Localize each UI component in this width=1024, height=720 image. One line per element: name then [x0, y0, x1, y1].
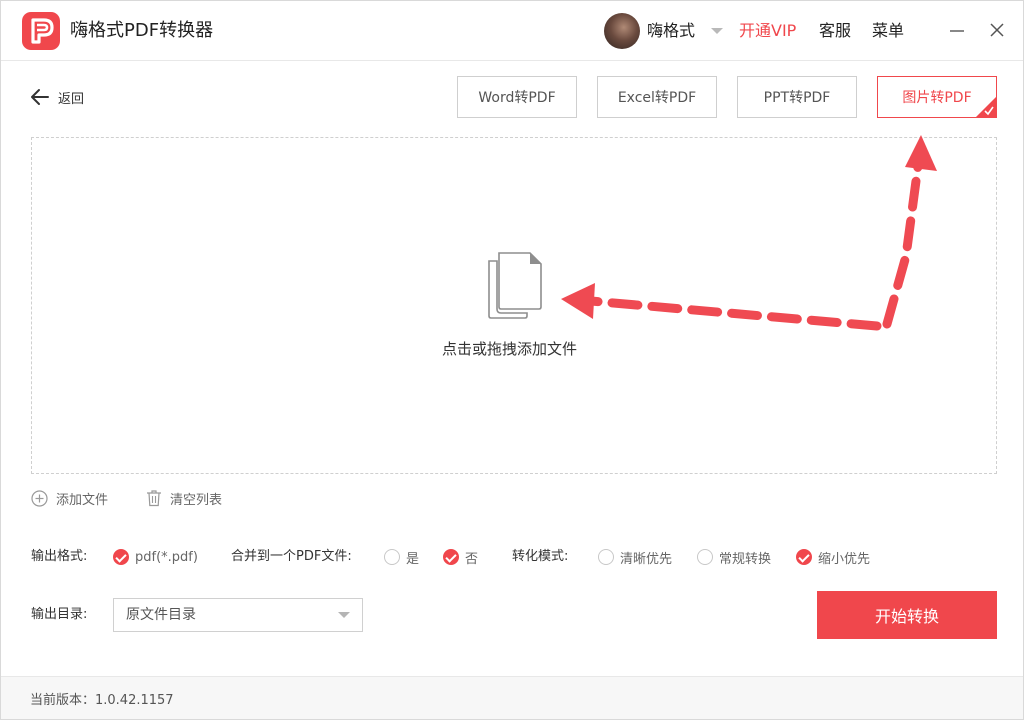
output-format-pdf-option[interactable]: pdf(*.pdf) — [113, 548, 198, 566]
output-format-label: 输出格式: — [31, 549, 88, 564]
back-button[interactable]: 返回 — [30, 86, 84, 108]
close-icon[interactable] — [986, 19, 1008, 41]
output-format-pdf-radio[interactable] — [113, 549, 129, 565]
start-convert-button[interactable]: 开始转换 — [817, 591, 997, 639]
customer-service-link[interactable]: 客服 — [819, 21, 851, 41]
user-avatar[interactable] — [604, 13, 640, 49]
merge-yes-option[interactable]: 是 — [384, 548, 420, 567]
app-title: 嗨格式PDF转换器 — [70, 20, 214, 41]
output-dir-value: 原文件目录 — [126, 607, 196, 623]
clear-list-button[interactable]: 清空列表 — [146, 488, 222, 508]
output-dir-select[interactable]: 原文件目录 — [113, 598, 363, 632]
menu-link[interactable]: 菜单 — [872, 21, 904, 41]
file-copy-icon[interactable] — [485, 251, 545, 321]
mode-clear-option[interactable]: 清晰优先 — [598, 548, 673, 567]
mode-label: 转化模式: — [512, 549, 569, 564]
vip-link[interactable]: 开通VIP — [739, 21, 796, 41]
mode-small-radio[interactable] — [796, 549, 812, 565]
merge-no-radio[interactable] — [443, 549, 459, 565]
minimize-icon[interactable] — [946, 19, 968, 41]
arrow-left-icon — [31, 89, 49, 105]
mode-clear-label: 清晰优先 — [620, 551, 673, 567]
version-text: 当前版本：1.0.42.1157 — [30, 693, 174, 708]
merge-no-option[interactable]: 否 — [443, 548, 479, 567]
tab-excel-to-pdf[interactable]: Excel转PDF — [597, 76, 717, 118]
merge-no-label: 否 — [465, 551, 479, 567]
output-dir-label: 输出目录: — [31, 607, 88, 622]
mode-normal-option[interactable]: 常规转换 — [697, 548, 772, 567]
status-footer: 当前版本：1.0.42.1157 — [1, 676, 1023, 719]
app-window: 嗨格式PDF转换器 嗨格式 开通VIP 客服 菜单 返回 Word转PDF Ex… — [0, 0, 1024, 720]
pdf-logo-icon — [22, 12, 60, 50]
tab-word-to-pdf[interactable]: Word转PDF — [457, 76, 577, 118]
mode-normal-label: 常规转换 — [719, 551, 772, 567]
add-file-button[interactable]: 添加文件 — [31, 488, 108, 508]
mode-small-label: 缩小优先 — [818, 551, 871, 567]
merge-yes-label: 是 — [406, 551, 420, 567]
plus-circle-icon — [31, 489, 48, 507]
trash-icon — [147, 490, 161, 507]
clear-list-label: 清空列表 — [170, 492, 223, 508]
merge-yes-radio[interactable] — [384, 549, 400, 565]
username[interactable]: 嗨格式 — [647, 21, 695, 41]
tab-image-to-pdf-label: 图片转PDF — [902, 90, 972, 106]
tab-ppt-to-pdf[interactable]: PPT转PDF — [737, 76, 857, 118]
tab-image-to-pdf[interactable]: 图片转PDF — [877, 76, 997, 118]
drop-hint[interactable]: 点击或拖拽添加文件 — [442, 339, 577, 359]
output-format-pdf-label: pdf(*.pdf) — [135, 549, 198, 565]
check-corner-icon — [976, 97, 996, 117]
mode-clear-radio[interactable] — [598, 549, 614, 565]
title-bar: 嗨格式PDF转换器 嗨格式 开通VIP 客服 菜单 — [1, 1, 1023, 61]
back-label: 返回 — [58, 91, 85, 107]
mode-normal-radio[interactable] — [697, 549, 713, 565]
caret-down-icon[interactable] — [710, 26, 724, 36]
add-file-label: 添加文件 — [56, 492, 109, 508]
mode-small-option[interactable]: 缩小优先 — [796, 548, 871, 567]
caret-down-icon — [338, 612, 350, 618]
merge-label: 合并到一个PDF文件: — [231, 549, 352, 564]
